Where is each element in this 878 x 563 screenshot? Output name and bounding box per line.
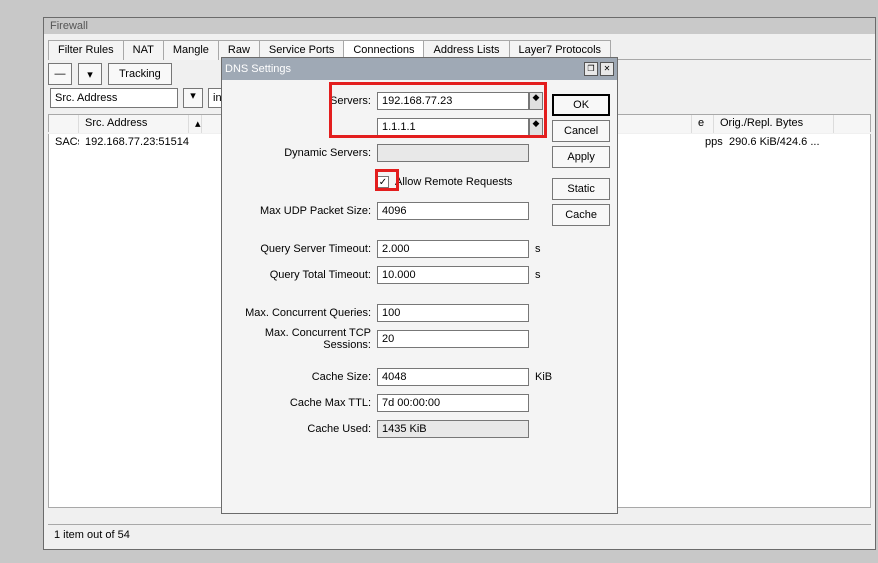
cancel-button[interactable]: Cancel [552,120,610,142]
servers-spinner-2[interactable]: ◆ [529,118,543,136]
firewall-title: Firewall [50,20,88,32]
filter-icon-button[interactable]: ▾ [78,63,102,85]
cell-bytes: 290.6 KiB/424.6 ... [723,134,843,152]
cell-tag: pps [699,134,723,152]
col-e[interactable]: e [692,115,714,133]
servers-field-1[interactable] [377,92,529,110]
cache-used-field [377,420,529,438]
servers-label: Servers: [222,95,377,107]
caret-down-icon: ▾ [184,89,202,102]
query-server-timeout-label: Query Server Timeout: [222,243,377,255]
allow-remote-checkbox[interactable] [377,176,389,188]
status-bar: 1 item out of 54 [48,524,871,545]
filter-field-select[interactable] [50,88,178,108]
filter-field-caret[interactable]: ▾ [183,88,203,108]
col-blank[interactable] [49,115,79,133]
spinner-icon: ◆ [530,93,542,102]
cache-button[interactable]: Cache [552,204,610,226]
cache-max-ttl-label: Cache Max TTL: [222,397,377,409]
query-server-timeout-unit: s [535,243,541,255]
spinner-icon: ◆ [530,119,542,128]
cache-used-label: Cache Used: [222,423,377,435]
col-src-address[interactable]: Src. Address [79,115,189,133]
static-button[interactable]: Static [552,178,610,200]
max-udp-field[interactable] [377,202,529,220]
cell-proto: SACs [49,134,79,152]
ok-button[interactable]: OK [552,94,610,116]
max-concurrent-tcp-field[interactable] [377,330,529,348]
max-concurrent-queries-label: Max. Concurrent Queries: [222,307,377,319]
cache-max-ttl-field[interactable] [377,394,529,412]
tab-filter-rules[interactable]: Filter Rules [48,40,124,60]
col-sort-icon[interactable]: ▴ [189,115,202,133]
allow-remote-label: Allow Remote Requests [395,176,512,188]
remove-button[interactable]: — [48,63,72,85]
firewall-titlebar[interactable]: Firewall [44,18,875,34]
max-concurrent-queries-field[interactable] [377,304,529,322]
cell-src: 192.168.77.23:51514 [79,134,204,152]
tab-mangle[interactable]: Mangle [163,40,219,60]
servers-spinner-1[interactable]: ◆ [529,92,543,110]
col-orig-repl-bytes[interactable]: Orig./Repl. Bytes [714,115,834,133]
query-total-timeout-field[interactable] [377,266,529,284]
window-button-close[interactable]: ✕ [600,62,614,76]
query-total-timeout-label: Query Total Timeout: [222,269,377,281]
dns-title-text: DNS Settings [225,63,291,75]
max-udp-label: Max UDP Packet Size: [222,205,377,217]
dynamic-servers-field [377,144,529,162]
dynamic-servers-label: Dynamic Servers: [222,147,377,159]
query-total-timeout-unit: s [535,269,541,281]
query-server-timeout-field[interactable] [377,240,529,258]
tracking-button[interactable]: Tracking [108,63,172,85]
cache-size-unit: KiB [535,371,552,383]
dns-settings-window: DNS Settings ❐ ✕ Servers: ◆ ◆ Dynamic Se… [221,57,618,514]
tab-nat[interactable]: NAT [123,40,164,60]
max-concurrent-tcp-label: Max. Concurrent TCP Sessions: [222,327,377,351]
servers-field-2[interactable] [377,118,529,136]
apply-button[interactable]: Apply [552,146,610,168]
dns-titlebar[interactable]: DNS Settings ❐ ✕ [222,58,617,80]
cache-size-label: Cache Size: [222,371,377,383]
window-button-restore[interactable]: ❐ [584,62,598,76]
funnel-icon: ▾ [87,68,93,81]
cache-size-field[interactable] [377,368,529,386]
